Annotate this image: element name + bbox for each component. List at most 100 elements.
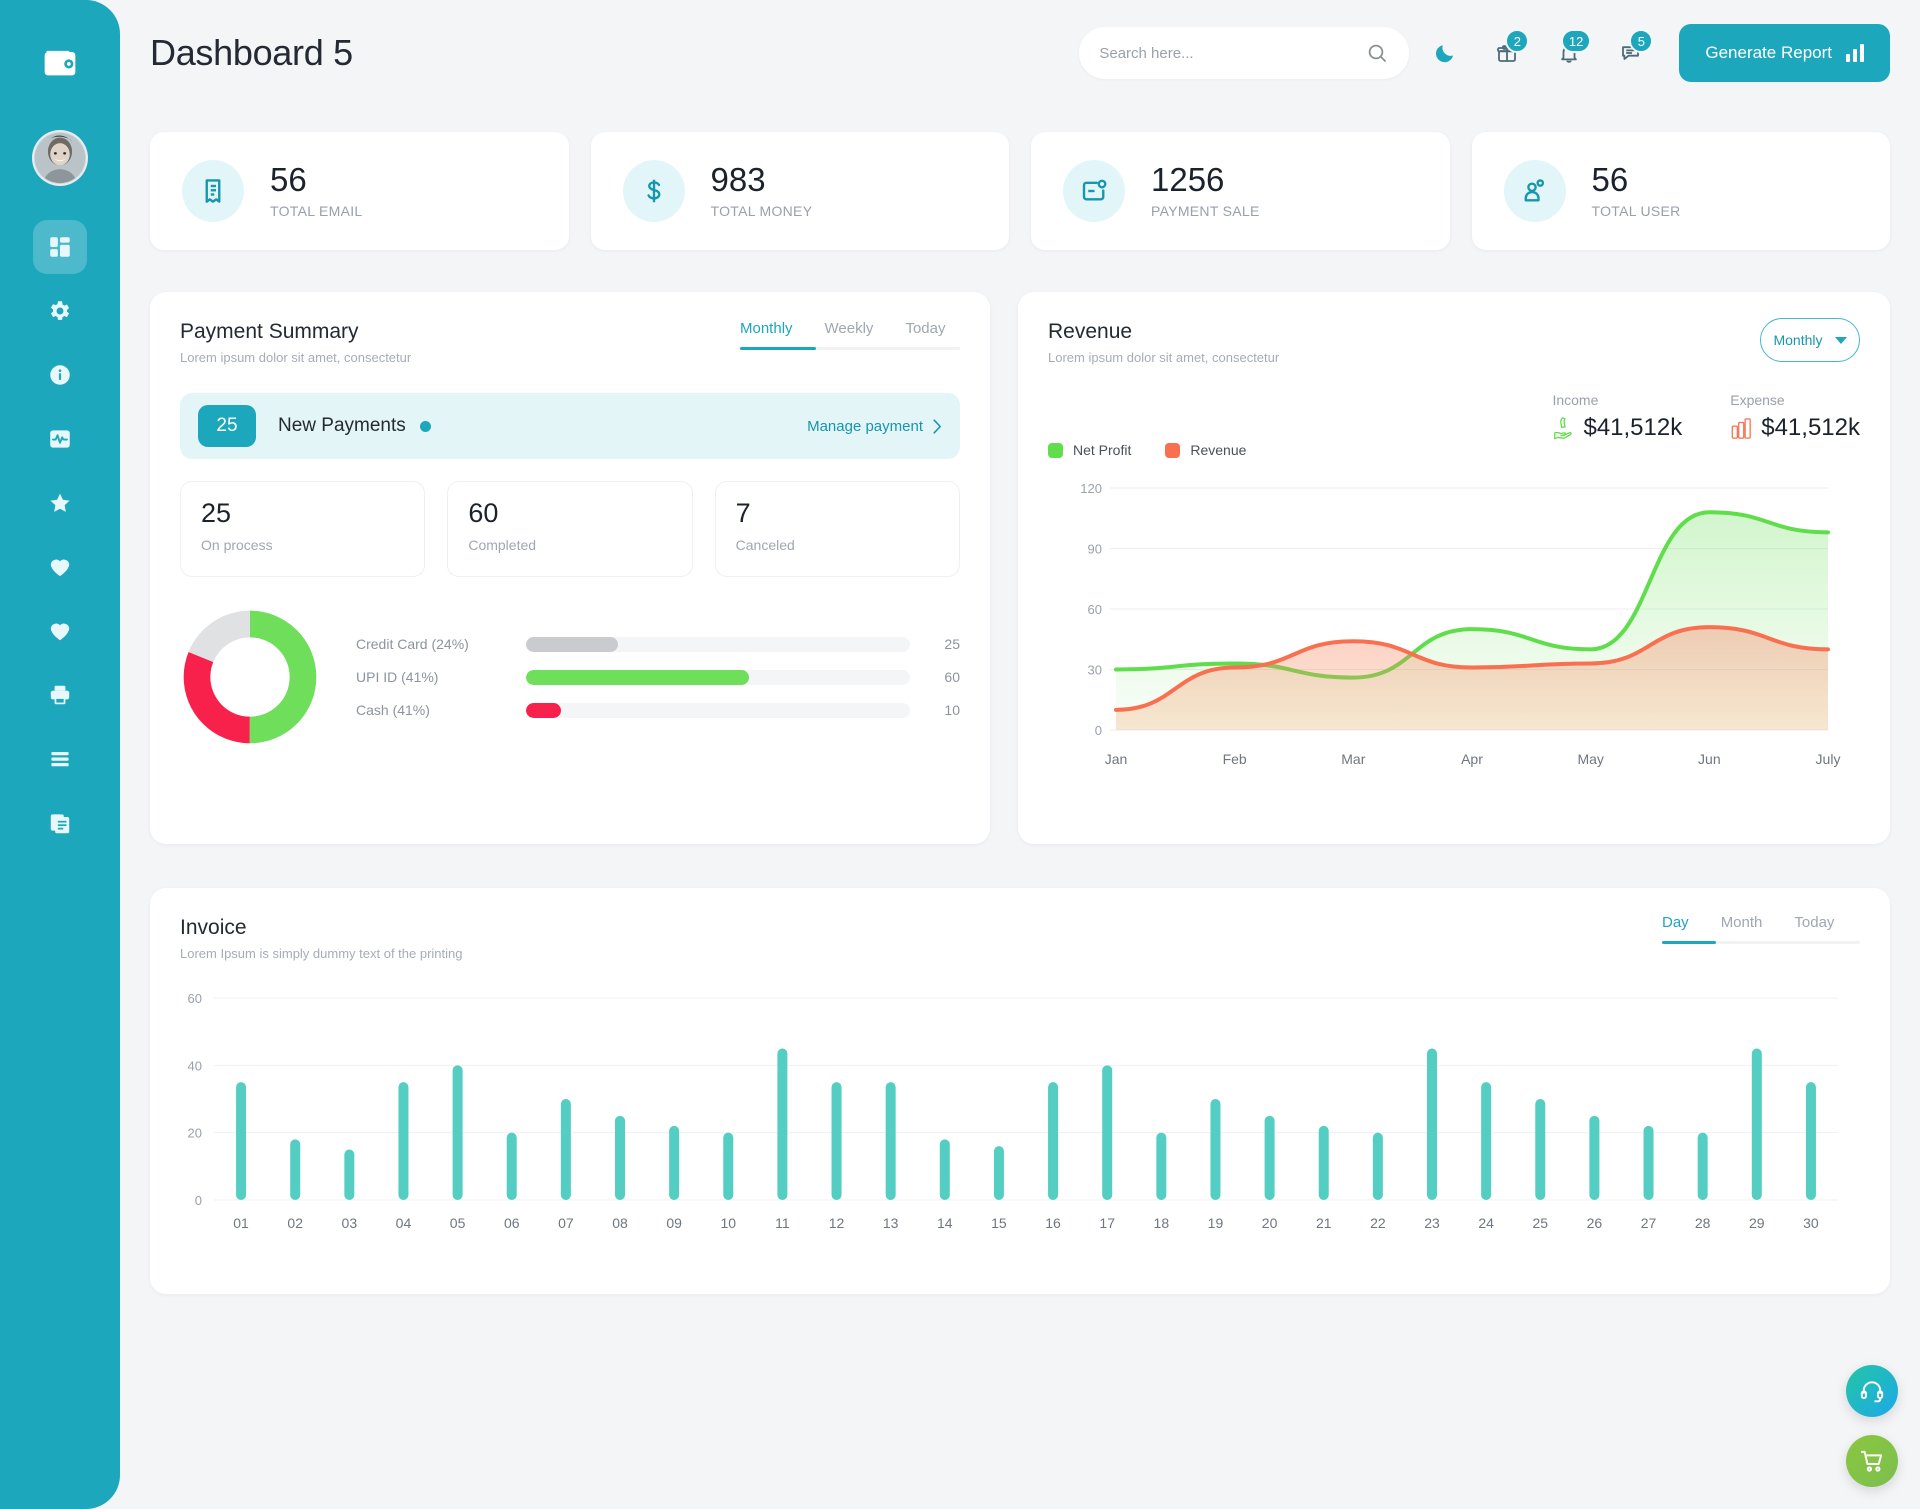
svg-text:24: 24 [1478,1215,1494,1231]
tab-today[interactable]: Today [905,320,945,348]
avatar[interactable] [32,130,88,186]
invoice-bar [1318,1125,1329,1200]
manage-payment-link[interactable]: Manage payment [807,418,942,435]
new-payments-label: New Payments [278,415,406,436]
coins-icon [1731,418,1752,439]
revenue-kpis: Income $41,512k Expense $41,512k [1552,392,1860,442]
stat-card-payment-sale[interactable]: 1256 PAYMENT SALE [1031,132,1450,250]
tab-month[interactable]: Month [1721,914,1763,942]
svg-text:90: 90 [1088,542,1102,557]
invoice-bar [1372,1132,1383,1200]
generate-report-button[interactable]: Generate Report [1679,24,1890,82]
tab-weekly[interactable]: Weekly [825,320,874,348]
invoice-bar [1264,1115,1275,1200]
documents-icon [50,814,70,834]
method-upi-id: UPI ID (41%) 60 [356,669,960,685]
money-hand-icon [1554,417,1573,440]
svg-text:15: 15 [991,1215,1007,1231]
sidebar-item-wishlist[interactable] [33,604,87,658]
svg-text:30: 30 [1803,1215,1819,1231]
sidebar-item-print[interactable] [33,668,87,722]
metric-value: 60 [468,498,499,528]
method-cash: Cash (41%) 10 [356,702,960,718]
revenue-legend: Net Profit Revenue [1048,442,1246,458]
notifications-button[interactable]: 12 [1543,27,1595,79]
invoice-bar [1427,1048,1437,1200]
svg-text:12: 12 [829,1215,845,1231]
method-progress-track [526,702,910,718]
method-label: Cash (41%) [356,702,430,718]
wallet-icon[interactable] [30,32,90,92]
revenue-card: Revenue Lorem ipsum dolor sit amet, cons… [1018,292,1890,844]
invoice-bar [669,1125,680,1200]
stat-card-total-money[interactable]: 983 TOTAL MONEY [590,132,1009,250]
sidebar [0,0,120,1509]
new-payments-banner[interactable]: 25 New Payments Manage payment [180,393,960,459]
method-progress-fill [526,702,561,718]
sidebar-item-liked[interactable] [33,540,87,594]
invoice-bar [1805,1082,1816,1200]
tab-monthly[interactable]: Monthly [740,320,793,348]
sidebar-item-dashboard[interactable] [33,220,87,274]
menu-lines-icon [51,751,69,767]
gear-icon [50,301,70,320]
svg-text:27: 27 [1641,1215,1657,1231]
payment-icon [1063,160,1125,222]
svg-text:120: 120 [1080,481,1102,496]
metric-canceled: 7 Canceled [714,481,960,577]
sidebar-item-documents[interactable] [33,796,87,850]
sidebar-item-info[interactable] [33,348,87,402]
legend-swatch [1048,442,1063,458]
dashboard-grid-icon [50,237,70,257]
svg-text:29: 29 [1749,1215,1765,1231]
svg-text:03: 03 [342,1215,358,1231]
legend-label: Revenue [1190,442,1247,458]
search-icon[interactable] [1365,41,1389,65]
svg-text:21: 21 [1316,1215,1332,1231]
legend-label: Net Profit [1073,442,1132,458]
svg-text:Jun: Jun [1698,751,1721,767]
messages-button[interactable]: 5 [1605,27,1657,79]
gifts-button[interactable]: 2 [1481,27,1533,79]
stat-card-total-email[interactable]: 56 TOTAL EMAIL [150,132,569,250]
kpi-value: $41,512k [1583,414,1683,441]
kpi-value: $41,512k [1761,414,1860,441]
invoice-bar [1210,1099,1221,1200]
legend-swatch [1165,442,1181,458]
tab-today[interactable]: Today [1794,914,1834,942]
svg-text:20: 20 [188,1126,202,1141]
invoice-bar [290,1139,301,1200]
dark-mode-toggle[interactable] [1419,27,1471,79]
invoice-bar [506,1132,517,1200]
stat-label: TOTAL MONEY [710,202,813,219]
support-chat-button[interactable] [1846,1365,1898,1417]
bell-badge: 12 [1560,29,1592,53]
tab-day[interactable]: Day [1662,914,1689,942]
gift-badge: 2 [1505,29,1530,53]
svg-text:10: 10 [720,1215,736,1231]
chevron-right-icon [933,418,941,434]
sidebar-item-menu[interactable] [33,732,87,786]
search-box[interactable] [1079,27,1410,79]
invoice-bar [1643,1125,1654,1200]
shopping-cart-button[interactable] [1846,1435,1898,1487]
sidebar-item-favorites[interactable] [33,476,87,530]
chat-badge: 5 [1629,29,1654,53]
invoice-bar [1156,1132,1167,1200]
sidebar-item-settings[interactable] [33,284,87,338]
sidebar-item-activity[interactable] [33,412,87,466]
main-content: Dashboard 5 2 [120,0,1920,1509]
svg-text:July: July [1816,751,1841,767]
invoice-card: Invoice Lorem Ipsum is simply dummy text… [150,888,1890,1294]
moon-icon [1436,45,1454,63]
svg-text:23: 23 [1424,1215,1440,1231]
stat-label: TOTAL USER [1591,202,1681,219]
stat-card-total-user[interactable]: 56 TOTAL USER [1471,132,1890,250]
method-label: UPI ID (41%) [356,669,439,685]
invoice-bar [885,1082,896,1200]
search-input[interactable] [1099,44,1366,62]
revenue-period-select[interactable]: Monthly [1760,318,1860,362]
dollar-icon [622,160,685,222]
revenue-area-chart: 0 30 60 90 120 Jan Feb Mar Apr May Jun July [1080,481,1841,767]
svg-text:05: 05 [450,1215,466,1231]
